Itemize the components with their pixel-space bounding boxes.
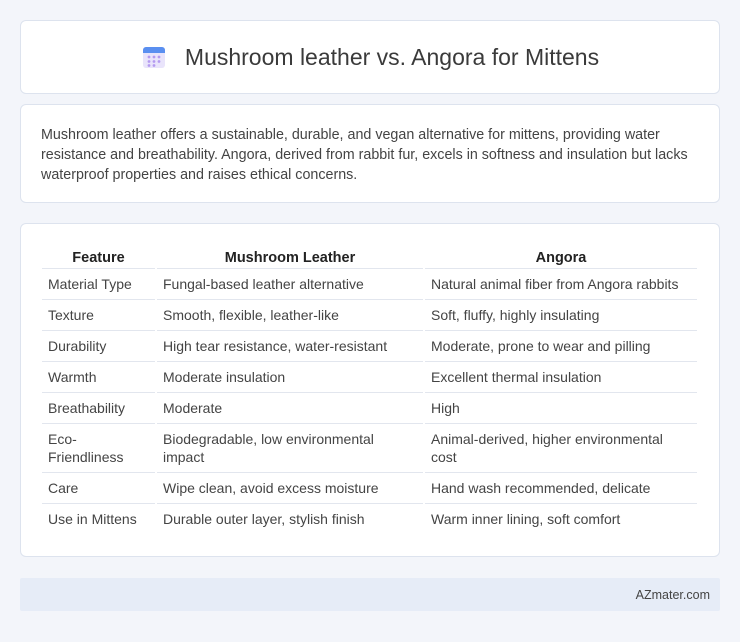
feature-cell: Eco-Friendliness <box>42 424 155 473</box>
comparison-card: Feature Mushroom Leather Angora Material… <box>20 223 720 557</box>
mushroom-cell: Smooth, flexible, leather-like <box>157 300 423 331</box>
feature-cell: Breathability <box>42 393 155 424</box>
table-row: Durability High tear resistance, water-r… <box>42 331 697 362</box>
mushroom-cell: High tear resistance, water-resistant <box>157 331 423 362</box>
header-angora: Angora <box>425 244 697 269</box>
angora-cell: Warm inner lining, soft comfort <box>431 511 621 527</box>
title-wrap: Mushroom leather vs. Angora for Mittens <box>21 21 719 93</box>
footer-site-name: AZmater.com <box>635 587 710 602</box>
page-title: Mushroom leather vs. Angora for Mittens <box>184 43 600 70</box>
table-row: Breathability Moderate High <box>42 393 697 424</box>
header-feature: Feature <box>42 244 155 269</box>
title-card: Mushroom leather vs. Angora for Mittens <box>20 20 720 94</box>
header-mushroom-leather: Mushroom Leather <box>157 244 423 269</box>
feature-cell: Texture <box>42 300 155 331</box>
angora-cell: Moderate, prone to wear and pilling <box>425 331 697 362</box>
footer-bar: AZmater.com <box>20 578 720 611</box>
angora-cell: Soft, fluffy, highly insulating <box>425 300 697 331</box>
feature-cell: Warmth <box>42 362 155 393</box>
table-row: Material Type Fungal-based leather alter… <box>42 269 697 300</box>
comparison-table: Feature Mushroom Leather Angora Material… <box>40 244 699 535</box>
angora-cell: Animal-derived, higher environmental cos… <box>425 424 697 473</box>
intro-paragraph: Mushroom leather offers a sustainable, d… <box>41 127 688 183</box>
calendar-icon <box>142 47 165 68</box>
feature-cell: Material Type <box>42 269 155 300</box>
mushroom-cell: Wipe clean, avoid excess moisture <box>157 473 423 504</box>
angora-cell: Hand wash recommended, delicate <box>425 473 697 504</box>
table-header-row: Feature Mushroom Leather Angora <box>42 244 697 269</box>
table-row: Warmth Moderate insulation Excellent the… <box>42 362 697 393</box>
table-row: Eco-Friendliness Biodegradable, low envi… <box>42 424 697 473</box>
angora-cell: Excellent thermal insulation <box>425 362 697 393</box>
mushroom-cell: Durable outer layer, stylish finish <box>163 511 365 527</box>
feature-cell: Durability <box>42 331 155 362</box>
feature-cell: Care <box>42 473 155 504</box>
feature-cell: Use in Mittens <box>48 511 137 527</box>
angora-cell: High <box>425 393 697 424</box>
mushroom-cell: Fungal-based leather alternative <box>157 269 423 300</box>
intro-card: Mushroom leather offers a sustainable, d… <box>20 104 720 203</box>
table-row: Care Wipe clean, avoid excess moisture H… <box>42 473 697 504</box>
table-row: Use in Mittens Durable outer layer, styl… <box>42 504 697 535</box>
angora-cell: Natural animal fiber from Angora rabbits <box>425 269 697 300</box>
mushroom-cell: Biodegradable, low environmental impact <box>157 424 423 473</box>
table-row: Texture Smooth, flexible, leather-like S… <box>42 300 697 331</box>
mushroom-cell: Moderate insulation <box>157 362 423 393</box>
mushroom-cell: Moderate <box>157 393 423 424</box>
